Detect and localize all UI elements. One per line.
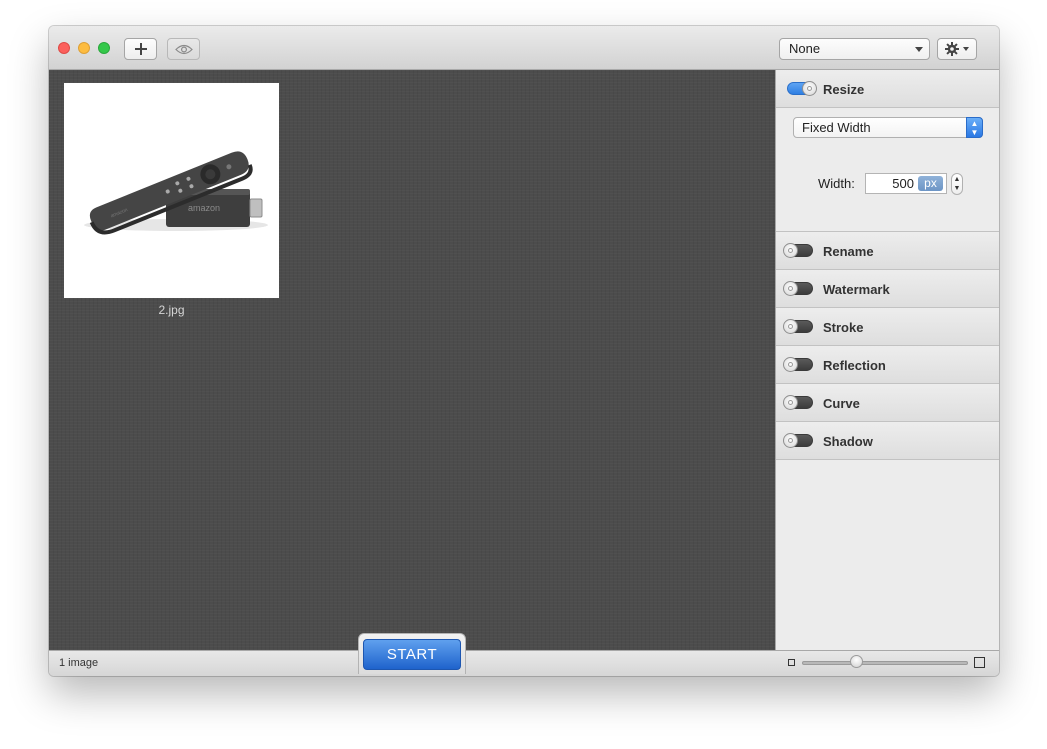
width-input[interactable]: 500 px: [865, 173, 947, 194]
actions-panel: Resize Fixed Width ▲ ▼ Width: 500 px ▲ ▼ R…: [775, 70, 999, 650]
zoom-out-icon[interactable]: [788, 659, 795, 666]
reflection-toggle[interactable]: [783, 357, 813, 372]
minimize-window-button[interactable]: [78, 42, 90, 54]
stroke-toggle[interactable]: [783, 319, 813, 334]
section-watermark[interactable]: Watermark: [776, 270, 999, 308]
watermark-toggle[interactable]: [783, 281, 813, 296]
width-label: Width:: [818, 176, 855, 191]
zoom-window-button[interactable]: [98, 42, 110, 54]
unit-badge[interactable]: px: [918, 176, 943, 191]
resize-mode-select[interactable]: Fixed Width ▲ ▼: [793, 117, 983, 138]
eye-icon: [174, 44, 193, 54]
width-value: 500: [892, 176, 914, 191]
chevron-down-icon: [915, 47, 923, 52]
toggle-knob: [783, 357, 798, 372]
fire-tv-stick-photo: amazon amazon: [84, 151, 268, 235]
section-label: Shadow: [823, 434, 873, 449]
up-down-arrows-icon: ▲ ▼: [966, 117, 983, 138]
section-reflection[interactable]: Reflection: [776, 346, 999, 384]
shadow-toggle[interactable]: [783, 433, 813, 448]
width-stepper[interactable]: ▲ ▼: [951, 173, 963, 195]
image-count: 1 image: [59, 657, 99, 669]
section-shadow[interactable]: Shadow: [776, 422, 999, 460]
section-curve[interactable]: Curve: [776, 384, 999, 422]
svg-text:amazon: amazon: [188, 203, 220, 213]
section-label: Resize: [823, 82, 865, 97]
resize-toggle[interactable]: [787, 81, 817, 96]
plus-icon: [134, 43, 147, 55]
toggle-knob: [802, 81, 817, 96]
image-canvas[interactable]: amazon amazon 2.jpg: [49, 70, 775, 650]
preset-select[interactable]: None: [779, 38, 930, 60]
zoom-in-icon[interactable]: [974, 657, 985, 668]
chevron-down-icon: [963, 47, 969, 51]
close-window-button[interactable]: [58, 42, 70, 54]
rename-toggle[interactable]: [783, 243, 813, 258]
section-label: Rename: [823, 244, 874, 259]
resize-mode-value: Fixed Width: [802, 120, 871, 135]
section-resize[interactable]: Resize: [776, 70, 999, 108]
toolbar: None: [49, 26, 999, 70]
curve-toggle[interactable]: [783, 395, 813, 410]
thumbnail-size-slider[interactable]: [802, 661, 968, 665]
app-window: None amazon amazon 2.jpg Resize Fixed Wi…: [49, 26, 999, 676]
toggle-knob: [783, 433, 798, 448]
section-rename[interactable]: Rename: [776, 232, 999, 270]
section-stroke[interactable]: Stroke: [776, 308, 999, 346]
image-thumbnail[interactable]: amazon amazon: [64, 83, 279, 298]
start-button-well: START: [358, 633, 466, 674]
thumbnail-filename: 2.jpg: [158, 303, 185, 317]
settings-button[interactable]: [937, 38, 977, 60]
section-label: Reflection: [823, 358, 886, 373]
preset-value: None: [789, 41, 821, 56]
toggle-knob: [783, 243, 798, 258]
toggle-knob: [783, 395, 798, 410]
section-label: Curve: [823, 396, 860, 411]
toggle-knob: [783, 319, 798, 334]
start-button[interactable]: START: [363, 639, 461, 670]
resize-options: Fixed Width ▲ ▼ Width: 500 px ▲ ▼: [776, 108, 999, 232]
section-label: Watermark: [823, 282, 890, 297]
section-label: Stroke: [823, 320, 864, 335]
toggle-knob: [783, 281, 798, 296]
preview-button[interactable]: [167, 38, 200, 60]
gear-icon: [945, 42, 959, 56]
add-images-button[interactable]: [124, 38, 157, 60]
